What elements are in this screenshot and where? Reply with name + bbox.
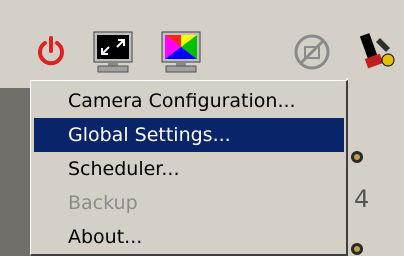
partial-panel-text: 4 [354,185,370,213]
menu-item-label: Global Settings... [68,124,231,146]
menu-item-label: Backup [68,192,138,214]
monitor-color-icon[interactable] [158,30,204,76]
menu-item-scheduler[interactable]: Scheduler... [34,152,344,186]
menu-item-label: Scheduler... [68,158,180,180]
camera-status-icon [351,243,363,255]
monitor-fullscreen-icon[interactable] [90,30,136,76]
menu-item-camera-configuration[interactable]: Camera Configuration... [34,84,344,118]
camera-status-icon [351,151,363,163]
tools-icon[interactable] [358,30,398,74]
dropdown-menu: Camera Configuration... Global Settings.… [30,80,348,256]
menu-item-backup: Backup [34,186,344,220]
app-window: 4 Camera Configuration... Global Setting… [0,0,404,256]
menu-item-label: About... [68,226,143,248]
power-icon[interactable] [34,34,68,68]
menu-item-label: Camera Configuration... [68,90,296,112]
toolbar [0,0,404,88]
menu-item-global-settings[interactable]: Global Settings... [34,118,344,152]
no-camera-icon[interactable] [292,32,332,72]
menu-item-about[interactable]: About... [34,220,344,254]
background-panel [346,78,404,256]
